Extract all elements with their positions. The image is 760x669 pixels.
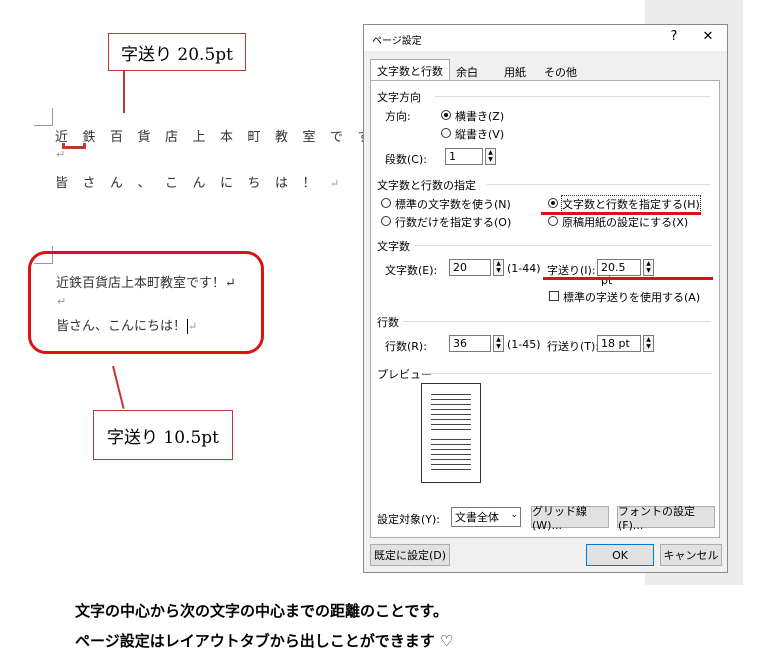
radio-vertical[interactable] (441, 128, 451, 138)
line-count-spinner[interactable]: ▲ ▼ (493, 335, 504, 352)
checkbox-standard-pitch-label[interactable]: 標準の字送りを使用する(A) (563, 289, 700, 305)
sample-normal-blank: ↵ (57, 295, 67, 308)
group-grid-sep (487, 184, 711, 185)
dialog-titlebar: ページ設定 ? ✕ (364, 25, 727, 51)
callout-bottom-pointer (112, 365, 125, 409)
tab-chars-lines[interactable]: 文字数と行数 (370, 59, 450, 81)
char-pitch-label: 字送り(I): (547, 264, 596, 277)
gridlines-button[interactable]: グリッド線(W)... (531, 505, 609, 532)
columns-label: 段数(C): (385, 153, 427, 166)
line-count-input[interactable]: 36 (449, 335, 491, 352)
pitch-bracket (62, 143, 86, 149)
line-pitch-label: 行送り(T): (547, 340, 600, 353)
tab-paper[interactable]: 用紙 (498, 61, 532, 81)
sample-normal-line1: 近鉄百貨店上本町教室です！↵ (56, 276, 236, 291)
callout-bottom-text: 字送り 10.5pt (107, 427, 219, 448)
group-direction: 文字方向 (377, 91, 421, 104)
columns-spinner[interactable]: ▲ ▼ (485, 148, 496, 165)
radio-horizontal[interactable] (441, 110, 451, 120)
char-count-label: 文字数(E): (385, 264, 438, 277)
apply-to-label: 設定対象(Y): (377, 513, 441, 526)
char-count-input[interactable]: 20 (449, 259, 491, 276)
tab-other[interactable]: その他 (538, 61, 583, 81)
group-lines-sep (403, 321, 711, 322)
line-pitch-spinner[interactable]: ▲ ▼ (643, 335, 654, 352)
group-direction-sep (435, 96, 711, 97)
char-pitch-spinner[interactable]: ▲ ▼ (643, 259, 654, 276)
sample-wide-line1: 近鉄百貨店上本町教室です！ (55, 130, 413, 145)
char-count-range: (1-44) (507, 262, 541, 275)
group-preview: プレビュー (377, 368, 432, 381)
tab-margins[interactable]: 余白 (450, 61, 484, 81)
radio-standard-label[interactable]: 標準の文字数を使う(N) (395, 196, 511, 212)
callout-pitch-10-5: 字送り 10.5pt (93, 410, 233, 460)
direction-label: 方向: (385, 110, 411, 123)
radio-specify-both[interactable] (548, 198, 558, 208)
char-count-spinner[interactable]: ▲ ▼ (493, 259, 504, 276)
footer-line1: 文字の中心から次の文字の中心までの距離のことです。 (75, 602, 449, 620)
chevron-down-icon: ⌄ (510, 510, 518, 520)
page-preview (421, 383, 481, 483)
line-count-range: (1-45) (507, 338, 541, 351)
dialog-title: ページ設定 (372, 36, 422, 47)
sample-wide-line2: 皆さん、こんにちは！↵ (55, 176, 354, 191)
radio-standard[interactable] (381, 198, 391, 208)
checkbox-standard-pitch[interactable] (549, 291, 559, 301)
line-pitch-input[interactable]: 18 pt (597, 335, 641, 352)
group-chars-sep (415, 245, 711, 246)
radio-horizontal-label[interactable]: 横書き(Z) (455, 108, 504, 124)
radio-vertical-label[interactable]: 縦書き(V) (455, 126, 504, 142)
help-button[interactable]: ? (664, 29, 684, 44)
cancel-button[interactable]: キャンセル (660, 544, 722, 566)
ok-button[interactable]: OK (586, 544, 654, 566)
char-pitch-input[interactable]: 20.5 pt (597, 259, 641, 287)
font-settings-button[interactable]: フォントの設定(F)... (617, 505, 715, 532)
callout-top-text: 字送り 20.5pt (121, 44, 233, 65)
line-count-label: 行数(R): (385, 340, 427, 353)
callout-pitch-20-5: 字送り 20.5pt (108, 33, 246, 71)
highlight-underline-pitch (543, 277, 713, 280)
page-setup-dialog: ページ設定 ? ✕ 文字数と行数 余白 用紙 その他 文字方向 方向: 横書き(… (363, 24, 728, 573)
group-preview-sep (423, 373, 711, 374)
radio-specify-both-label[interactable]: 文字数と行数を指定する(H) (561, 195, 701, 213)
radio-manuscript-label[interactable]: 原稿用紙の設定にする(X) (562, 214, 688, 230)
group-chars: 文字数 (377, 240, 410, 253)
callout-top-pointer (123, 71, 125, 113)
sample-normal-line2: 皆さん、こんにちは！ ↵ (56, 319, 198, 334)
close-button[interactable]: ✕ (698, 29, 718, 44)
set-default-button[interactable]: 既定に設定(D) (370, 544, 450, 566)
sample-wide-para-mark: ↵ (56, 148, 66, 161)
group-lines: 行数 (377, 316, 399, 329)
radio-lines-only[interactable] (381, 216, 391, 226)
page-corner-mark-top (52, 108, 53, 126)
page-corner-mark-top-h (34, 125, 52, 126)
radio-manuscript[interactable] (548, 216, 558, 226)
apply-to-select[interactable]: 文書全体 ⌄ (451, 507, 521, 527)
columns-input[interactable]: 1 (445, 148, 483, 165)
group-grid: 文字数と行数の指定 (377, 179, 476, 192)
radio-lines-only-label[interactable]: 行数だけを指定する(O) (395, 214, 511, 230)
footer-line2: ページ設定はレイアウトタブから出しことができます ♡ (75, 632, 454, 650)
tab-panel: 文字方向 方向: 横書き(Z) 縦書き(V) 段数(C): 1 ▲ ▼ 文字数と行… (370, 80, 720, 538)
